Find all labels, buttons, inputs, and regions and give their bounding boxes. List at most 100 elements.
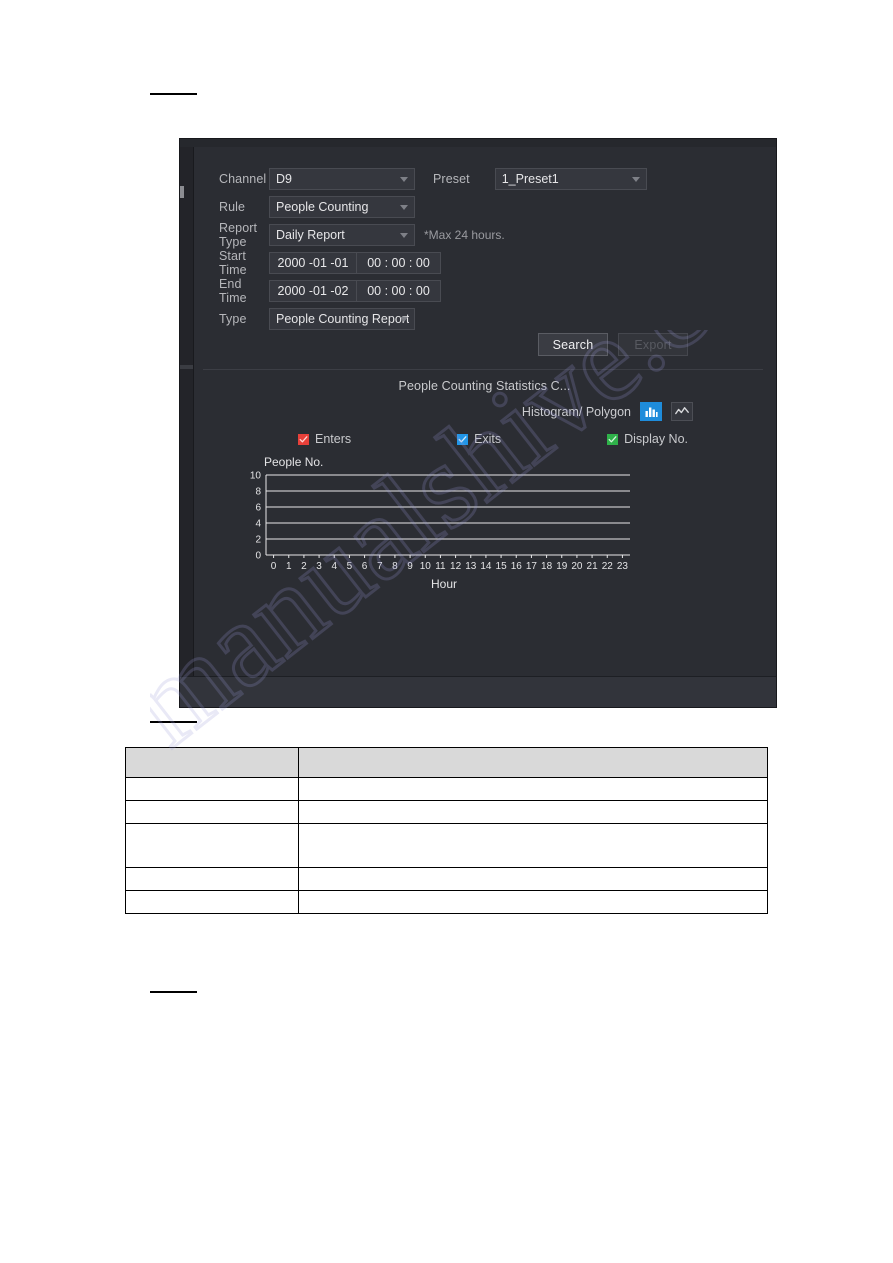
chart-legend: Enters Exits Display No. bbox=[298, 432, 688, 446]
section-divider bbox=[203, 369, 763, 370]
svg-text:23: 23 bbox=[617, 561, 629, 572]
table-header-cell-name bbox=[125, 747, 299, 778]
caption-rule-middle bbox=[150, 721, 197, 723]
table-cell-desc bbox=[298, 867, 768, 891]
end-time-label: End Time bbox=[219, 277, 247, 305]
chevron-down-icon bbox=[400, 233, 408, 238]
table-cell-name bbox=[125, 867, 299, 891]
table-row bbox=[125, 800, 768, 824]
dialog-title-bar bbox=[180, 139, 776, 147]
exits-checkbox[interactable] bbox=[457, 433, 469, 445]
preset-select[interactable]: 1_Preset1 bbox=[494, 168, 647, 190]
chevron-down-icon bbox=[400, 317, 408, 322]
table-row bbox=[125, 777, 768, 801]
cell-text bbox=[299, 844, 767, 848]
legend-label-exits: Exits bbox=[474, 432, 502, 446]
svg-text:4: 4 bbox=[255, 519, 261, 530]
svg-text:5: 5 bbox=[347, 561, 353, 572]
channel-value: D9 bbox=[276, 172, 292, 186]
report-type-hint: *Max 24 hours. bbox=[424, 228, 505, 242]
line-chart-icon[interactable] bbox=[671, 402, 693, 421]
enters-checkbox[interactable] bbox=[298, 433, 309, 445]
chevron-down-icon bbox=[631, 177, 640, 182]
cell-text bbox=[299, 877, 767, 881]
svg-text:20: 20 bbox=[571, 561, 583, 572]
svg-text:10: 10 bbox=[250, 471, 262, 482]
people-counting-report-dialog: Channel D9 Preset 1_Preset1 Rule People … bbox=[180, 139, 776, 707]
legend-item-exits[interactable]: Exits bbox=[457, 432, 501, 446]
export-button[interactable]: Export bbox=[618, 333, 688, 356]
svg-text:12: 12 bbox=[450, 561, 462, 572]
type-label: Type bbox=[219, 312, 247, 326]
channel-label: Channel bbox=[219, 172, 267, 186]
svg-text:13: 13 bbox=[465, 561, 477, 572]
search-button[interactable]: Search bbox=[538, 333, 608, 356]
svg-text:2: 2 bbox=[255, 535, 261, 546]
legend-item-display-no[interactable]: Display No. bbox=[607, 432, 688, 446]
svg-text:15: 15 bbox=[496, 561, 508, 572]
type-value: People Counting Report bbox=[276, 312, 410, 326]
preset-value: 1_Preset1 bbox=[501, 172, 559, 186]
legend-item-enters[interactable]: Enters bbox=[298, 432, 351, 446]
table-row bbox=[125, 890, 768, 914]
svg-text:18: 18 bbox=[541, 561, 553, 572]
cell-text bbox=[126, 810, 298, 814]
cell-text bbox=[126, 877, 298, 881]
cell-text bbox=[299, 900, 767, 904]
svg-text:0: 0 bbox=[271, 561, 277, 572]
svg-text:22: 22 bbox=[602, 561, 614, 572]
svg-text:19: 19 bbox=[556, 561, 568, 572]
dialog-left-rail bbox=[180, 147, 194, 677]
search-form: Channel D9 Preset 1_Preset1 Rule People … bbox=[193, 147, 776, 677]
start-clock-value[interactable]: 00 : 00 : 00 bbox=[357, 253, 440, 273]
cell-text bbox=[126, 787, 298, 791]
rule-select[interactable]: People Counting bbox=[269, 196, 415, 218]
svg-text:8: 8 bbox=[255, 487, 261, 498]
preset-label: Preset bbox=[433, 172, 470, 186]
spec-table bbox=[125, 747, 768, 914]
end-date-value[interactable]: 2000 -01 -02 bbox=[270, 281, 357, 301]
svg-text:9: 9 bbox=[407, 561, 413, 572]
table-cell-name bbox=[125, 777, 299, 801]
cell-text bbox=[126, 844, 298, 848]
start-date-value[interactable]: 2000 -01 -01 bbox=[270, 253, 357, 273]
row-start-time: Start Time 2000 -01 -01 00 : 00 : 00 bbox=[193, 249, 441, 277]
chevron-down-icon bbox=[400, 205, 408, 210]
chart-mode-label: Histogram/ Polygon bbox=[521, 404, 631, 419]
row-channel-preset: Channel D9 Preset 1_Preset1 bbox=[193, 165, 776, 193]
end-time-field[interactable]: 2000 -01 -02 00 : 00 : 00 bbox=[269, 280, 441, 302]
table-cell-desc bbox=[298, 890, 768, 914]
svg-text:6: 6 bbox=[362, 561, 368, 572]
bar-chart-icon[interactable] bbox=[640, 402, 662, 421]
display-no-checkbox[interactable] bbox=[607, 433, 619, 445]
end-clock-value[interactable]: 00 : 00 : 00 bbox=[357, 281, 440, 301]
people-counting-chart: People No. 0 2 4 6 8 10 0 1 2 3 4 5 6 7 8 9 10 11 12 13 14 15… bbox=[238, 455, 638, 597]
start-time-field[interactable]: 2000 -01 -01 00 : 00 : 00 bbox=[269, 252, 441, 274]
svg-text:2: 2 bbox=[301, 561, 307, 572]
svg-text:10: 10 bbox=[420, 561, 432, 572]
svg-text:11: 11 bbox=[435, 561, 446, 572]
svg-text:17: 17 bbox=[526, 561, 538, 572]
svg-text:0: 0 bbox=[255, 551, 261, 562]
channel-select[interactable]: D9 bbox=[269, 168, 415, 190]
type-select[interactable]: People Counting Report bbox=[269, 308, 415, 330]
svg-text:4: 4 bbox=[331, 561, 337, 572]
rule-value: People Counting bbox=[276, 200, 369, 214]
caption-rule-bottom bbox=[150, 991, 197, 993]
table-cell-name bbox=[125, 800, 299, 824]
dialog-bottom-bar bbox=[180, 676, 776, 707]
report-type-select[interactable]: Daily Report bbox=[269, 224, 415, 246]
x-axis-title: Hour bbox=[430, 577, 457, 591]
rule-label: Rule bbox=[219, 200, 246, 214]
svg-text:14: 14 bbox=[480, 561, 492, 572]
action-buttons: Search Export bbox=[538, 333, 688, 356]
svg-text:21: 21 bbox=[587, 561, 599, 572]
row-type: Type People Counting Report bbox=[193, 305, 415, 333]
table-cell-name bbox=[125, 890, 299, 914]
row-end-time: End Time 2000 -01 -02 00 : 00 : 00 bbox=[193, 277, 441, 305]
table-header-row bbox=[125, 747, 768, 778]
header-text-desc bbox=[299, 761, 767, 765]
legend-label-display-no: Display No. bbox=[624, 432, 688, 446]
chart-canvas: 02468100 1 2 3 4 5 6 7 8 9 10 11 12 13 14 15 16 17 18 19 20 2… bbox=[250, 471, 630, 572]
report-type-label: Report Type bbox=[219, 221, 258, 249]
